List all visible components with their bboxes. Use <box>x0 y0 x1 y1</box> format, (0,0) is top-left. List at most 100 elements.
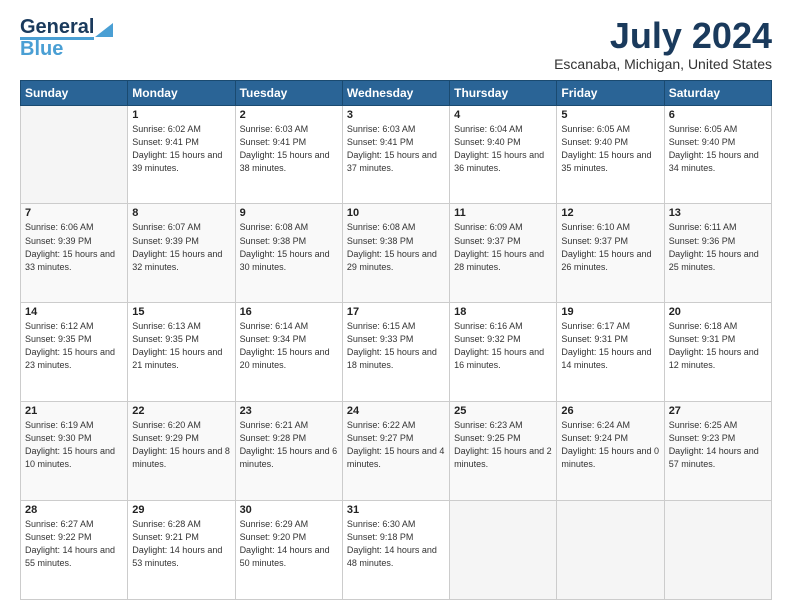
day-cell: 22Sunrise: 6:20 AMSunset: 9:29 PMDayligh… <box>128 402 235 501</box>
day-info: Sunrise: 6:25 AMSunset: 9:23 PMDaylight:… <box>669 420 759 469</box>
week-row-5: 28 Sunrise: 6:27 AMSunset: 9:22 PMDayligh… <box>21 501 772 600</box>
day-cell: 12Sunrise: 6:10 AMSunset: 9:37 PMDayligh… <box>557 204 664 303</box>
day-number: 2 <box>240 109 338 121</box>
day-cell: 20Sunrise: 6:18 AMSunset: 9:31 PMDayligh… <box>664 303 771 402</box>
weekday-tuesday: Tuesday <box>235 80 342 105</box>
day-info: Sunrise: 6:17 AMSunset: 9:31 PMDaylight:… <box>561 321 651 370</box>
day-number: 25 <box>454 405 552 417</box>
calendar-table: SundayMondayTuesdayWednesdayThursdayFrid… <box>20 80 772 600</box>
day-cell: 25Sunrise: 6:23 AMSunset: 9:25 PMDayligh… <box>450 402 557 501</box>
day-info: Sunrise: 6:04 AMSunset: 9:40 PMDaylight:… <box>454 124 544 173</box>
day-cell: 23 Sunrise: 6:21 AMSunset: 9:28 PMDayligh… <box>235 402 342 501</box>
day-number: 9 <box>240 207 338 219</box>
day-number: 19 <box>561 306 659 318</box>
month-title: July 2024 <box>554 16 772 56</box>
day-cell: 9 Sunrise: 6:08 AMSunset: 9:38 PMDaylight… <box>235 204 342 303</box>
week-row-3: 14Sunrise: 6:12 AMSunset: 9:35 PMDayligh… <box>21 303 772 402</box>
day-number: 31 <box>347 504 445 516</box>
day-cell: 17 Sunrise: 6:15 AMSunset: 9:33 PMDayligh… <box>342 303 449 402</box>
day-info: Sunrise: 6:24 AMSunset: 9:24 PMDaylight:… <box>561 420 659 469</box>
week-row-4: 21Sunrise: 6:19 AMSunset: 9:30 PMDayligh… <box>21 402 772 501</box>
day-cell: 19 Sunrise: 6:17 AMSunset: 9:31 PMDayligh… <box>557 303 664 402</box>
day-number: 5 <box>561 109 659 121</box>
day-info: Sunrise: 6:08 AMSunset: 9:38 PMDaylight:… <box>240 222 330 271</box>
day-info: Sunrise: 6:15 AMSunset: 9:33 PMDaylight:… <box>347 321 437 370</box>
day-number: 10 <box>347 207 445 219</box>
day-number: 23 <box>240 405 338 417</box>
day-cell: 14Sunrise: 6:12 AMSunset: 9:35 PMDayligh… <box>21 303 128 402</box>
page: General Blue July 2024 Escanaba, Michiga… <box>0 0 792 612</box>
day-info: Sunrise: 6:06 AMSunset: 9:39 PMDaylight:… <box>25 222 115 271</box>
day-number: 18 <box>454 306 552 318</box>
day-number: 17 <box>347 306 445 318</box>
day-number: 7 <box>25 207 123 219</box>
day-number: 1 <box>132 109 230 121</box>
day-cell: 13Sunrise: 6:11 AMSunset: 9:36 PMDayligh… <box>664 204 771 303</box>
day-cell: 6 Sunrise: 6:05 AMSunset: 9:40 PMDaylight… <box>664 105 771 204</box>
day-cell: 30 Sunrise: 6:29 AMSunset: 9:20 PMDayligh… <box>235 501 342 600</box>
day-info: Sunrise: 6:05 AMSunset: 9:40 PMDaylight:… <box>561 124 651 173</box>
day-cell: 18 Sunrise: 6:16 AMSunset: 9:32 PMDayligh… <box>450 303 557 402</box>
day-number: 29 <box>132 504 230 516</box>
day-cell: 27Sunrise: 6:25 AMSunset: 9:23 PMDayligh… <box>664 402 771 501</box>
title-area: July 2024 Escanaba, Michigan, United Sta… <box>554 16 772 72</box>
day-cell: 1 Sunrise: 6:02 AMSunset: 9:41 PMDaylight… <box>128 105 235 204</box>
logo-blue: Blue <box>20 38 63 61</box>
day-cell: 2Sunrise: 6:03 AMSunset: 9:41 PMDaylight… <box>235 105 342 204</box>
day-info: Sunrise: 6:13 AMSunset: 9:35 PMDaylight:… <box>132 321 222 370</box>
day-number: 14 <box>25 306 123 318</box>
weekday-header-row: SundayMondayTuesdayWednesdayThursdayFrid… <box>21 80 772 105</box>
day-number: 13 <box>669 207 767 219</box>
day-info: Sunrise: 6:07 AMSunset: 9:39 PMDaylight:… <box>132 222 222 271</box>
calendar-header: SundayMondayTuesdayWednesdayThursdayFrid… <box>21 80 772 105</box>
day-cell: 16 Sunrise: 6:14 AMSunset: 9:34 PMDayligh… <box>235 303 342 402</box>
weekday-sunday: Sunday <box>21 80 128 105</box>
day-number: 6 <box>669 109 767 121</box>
day-cell: 7 Sunrise: 6:06 AMSunset: 9:39 PMDaylight… <box>21 204 128 303</box>
day-number: 22 <box>132 405 230 417</box>
day-number: 20 <box>669 306 767 318</box>
day-number: 8 <box>132 207 230 219</box>
day-number: 28 <box>25 504 123 516</box>
logo-general: General <box>20 16 94 39</box>
day-cell: 21Sunrise: 6:19 AMSunset: 9:30 PMDayligh… <box>21 402 128 501</box>
day-info: Sunrise: 6:21 AMSunset: 9:28 PMDaylight:… <box>240 420 338 469</box>
day-info: Sunrise: 6:03 AMSunset: 9:41 PMDaylight:… <box>347 124 437 173</box>
day-info: Sunrise: 6:05 AMSunset: 9:40 PMDaylight:… <box>669 124 759 173</box>
day-cell: 4 Sunrise: 6:04 AMSunset: 9:40 PMDaylight… <box>450 105 557 204</box>
day-cell: 15 Sunrise: 6:13 AMSunset: 9:35 PMDayligh… <box>128 303 235 402</box>
day-info: Sunrise: 6:28 AMSunset: 9:21 PMDaylight:… <box>132 519 222 568</box>
day-number: 26 <box>561 405 659 417</box>
weekday-monday: Monday <box>128 80 235 105</box>
calendar-body: 1 Sunrise: 6:02 AMSunset: 9:41 PMDaylight… <box>21 105 772 599</box>
day-number: 24 <box>347 405 445 417</box>
day-info: Sunrise: 6:22 AMSunset: 9:27 PMDaylight:… <box>347 420 445 469</box>
day-info: Sunrise: 6:09 AMSunset: 9:37 PMDaylight:… <box>454 222 544 271</box>
day-number: 4 <box>454 109 552 121</box>
weekday-saturday: Saturday <box>664 80 771 105</box>
day-info: Sunrise: 6:02 AMSunset: 9:41 PMDaylight:… <box>132 124 222 173</box>
day-cell: 29 Sunrise: 6:28 AMSunset: 9:21 PMDayligh… <box>128 501 235 600</box>
weekday-thursday: Thursday <box>450 80 557 105</box>
day-cell: 24 Sunrise: 6:22 AMSunset: 9:27 PMDayligh… <box>342 402 449 501</box>
day-number: 16 <box>240 306 338 318</box>
week-row-1: 1 Sunrise: 6:02 AMSunset: 9:41 PMDaylight… <box>21 105 772 204</box>
day-cell <box>557 501 664 600</box>
day-number: 30 <box>240 504 338 516</box>
day-number: 15 <box>132 306 230 318</box>
day-number: 11 <box>454 207 552 219</box>
day-number: 21 <box>25 405 123 417</box>
day-number: 12 <box>561 207 659 219</box>
day-cell <box>450 501 557 600</box>
logo-triangle-icon <box>95 19 113 37</box>
day-cell: 8 Sunrise: 6:07 AMSunset: 9:39 PMDaylight… <box>128 204 235 303</box>
logo: General Blue <box>20 16 113 61</box>
day-info: Sunrise: 6:16 AMSunset: 9:32 PMDaylight:… <box>454 321 544 370</box>
day-info: Sunrise: 6:14 AMSunset: 9:34 PMDaylight:… <box>240 321 330 370</box>
day-info: Sunrise: 6:08 AMSunset: 9:38 PMDaylight:… <box>347 222 437 271</box>
week-row-2: 7 Sunrise: 6:06 AMSunset: 9:39 PMDaylight… <box>21 204 772 303</box>
day-cell: 10 Sunrise: 6:08 AMSunset: 9:38 PMDayligh… <box>342 204 449 303</box>
day-info: Sunrise: 6:29 AMSunset: 9:20 PMDaylight:… <box>240 519 330 568</box>
day-info: Sunrise: 6:27 AMSunset: 9:22 PMDaylight:… <box>25 519 115 568</box>
header: General Blue July 2024 Escanaba, Michiga… <box>20 16 772 72</box>
